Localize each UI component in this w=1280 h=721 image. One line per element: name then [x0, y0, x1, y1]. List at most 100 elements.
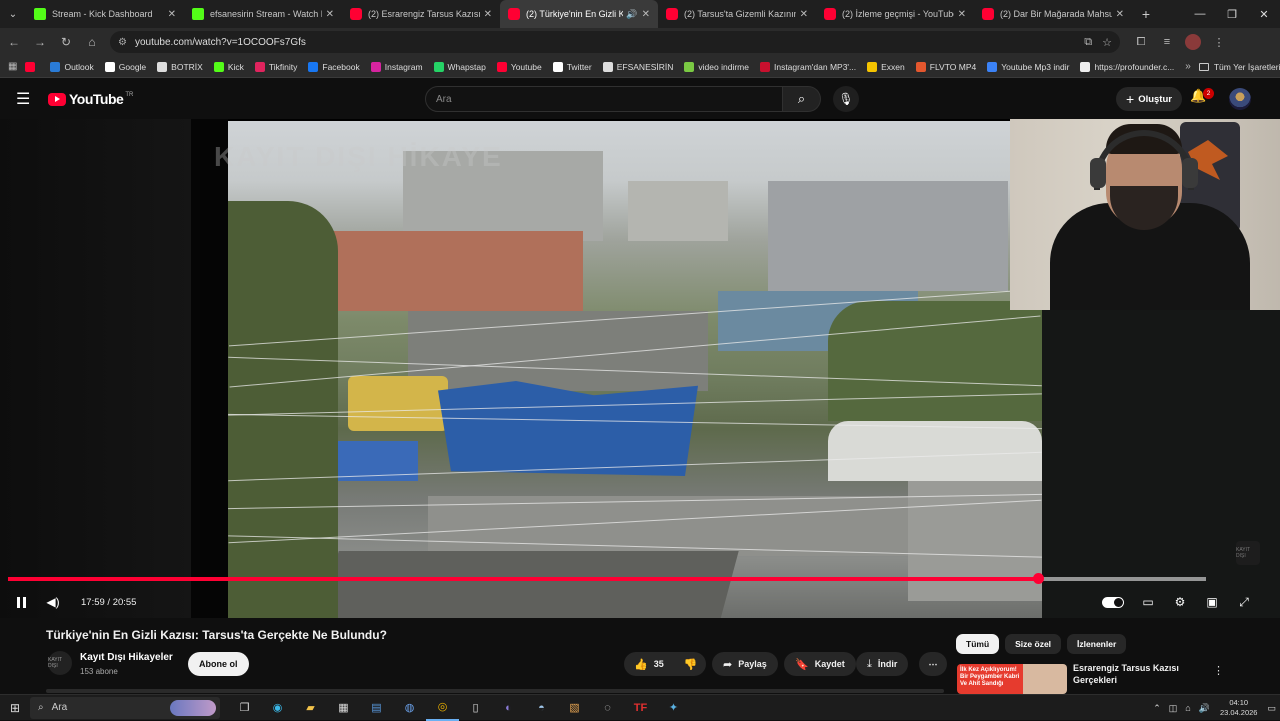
back-icon[interactable]: ←: [2, 30, 26, 54]
reload-icon[interactable]: ↻: [54, 30, 78, 54]
like-button[interactable]: 👍 35: [624, 652, 674, 676]
more-bookmarks-icon[interactable]: »: [1185, 61, 1191, 72]
more-actions-icon[interactable]: ⋯: [919, 652, 947, 676]
share-button[interactable]: ➦ Paylaş: [712, 652, 778, 676]
windows-start-icon[interactable]: ⊞: [0, 701, 30, 715]
bookmark-item[interactable]: Google: [104, 61, 146, 72]
task-view-icon[interactable]: ❐: [228, 695, 261, 721]
channel-name[interactable]: Kayıt Dışı Hikayeler: [80, 652, 173, 663]
system-clock[interactable]: 04:10 23.04.2026: [1220, 698, 1258, 718]
create-button[interactable]: + Oluştur: [1116, 87, 1182, 111]
microphone-icon[interactable]: 🎙: [833, 86, 859, 112]
browser-tab[interactable]: Stream - Kick Dashboard ✕: [26, 0, 184, 28]
steam-icon[interactable]: ◓: [525, 695, 558, 721]
network-app-icon[interactable]: ✦: [657, 695, 690, 721]
search-input[interactable]: Ara: [425, 86, 783, 112]
volume-tray-icon[interactable]: 🔊: [1199, 703, 1210, 714]
app-globe-icon[interactable]: ◍: [393, 695, 426, 721]
recommendation-thumbnail[interactable]: İlk Kez Açıklıyorum! Bir Peygamber Kabri…: [957, 664, 1067, 694]
app-window-icon[interactable]: ▤: [360, 695, 393, 721]
settings-gear-icon[interactable]: ⚙: [1164, 587, 1196, 617]
bookmark-item[interactable]: Exxen: [867, 61, 905, 72]
volume-icon[interactable]: ◀): [37, 587, 69, 617]
network-icon[interactable]: ⌂: [1185, 703, 1190, 713]
tab-close-icon[interactable]: ✕: [642, 9, 650, 20]
tab-close-icon[interactable]: ✕: [958, 9, 966, 20]
theater-mode-icon[interactable]: ▣: [1196, 587, 1228, 617]
bookmark-item[interactable]: FLVTO MP4: [915, 61, 976, 72]
edge-browser-icon[interactable]: ◉: [261, 695, 294, 721]
document-icon[interactable]: ▯: [459, 695, 492, 721]
browser-tab[interactable]: (2) Dar Bir Mağarada Mahsur K ✕: [974, 0, 1132, 28]
apps-grid-icon[interactable]: ▦: [8, 61, 17, 72]
browser-tab[interactable]: efsanesirin Stream - Watch Live ✕: [184, 0, 342, 28]
bookmark-item[interactable]: Twitter: [552, 61, 592, 72]
profile-avatar[interactable]: [1185, 34, 1201, 50]
chip-watched[interactable]: İzlenenler: [1067, 634, 1127, 654]
dislike-button[interactable]: 👎: [674, 652, 708, 676]
subscribe-button[interactable]: Abone ol: [188, 652, 249, 676]
tab-close-icon[interactable]: ✕: [168, 9, 176, 20]
calculator-icon[interactable]: ▦: [327, 695, 360, 721]
forward-icon[interactable]: →: [28, 30, 52, 54]
new-tab-button[interactable]: +: [1132, 6, 1160, 22]
tab-close-icon[interactable]: ✕: [800, 9, 808, 20]
bookmark-item[interactable]: Kick: [213, 61, 244, 72]
bookmark-item[interactable]: Instagram'dan MP3'...: [759, 61, 856, 72]
obs-icon[interactable]: ◐: [492, 695, 525, 721]
browser-tab[interactable]: (2) İzleme geçmişi - YouTube ✕: [816, 0, 974, 28]
horizontal-scrollbar[interactable]: [46, 689, 944, 693]
tab-close-icon[interactable]: ✕: [484, 9, 492, 20]
tray-chevron-icon[interactable]: ⌃: [1153, 703, 1161, 714]
chrome-icon[interactable]: ◎: [426, 695, 459, 721]
bookmark-item[interactable]: Facebook: [308, 61, 360, 72]
recommendation-menu-icon[interactable]: ⋮: [1213, 664, 1224, 677]
bookmark-item[interactable]: https://profounder.c...: [1080, 61, 1174, 72]
video-frame[interactable]: [228, 121, 1042, 618]
channel-avatar[interactable]: KAYIT DIŞI: [48, 651, 72, 675]
tab-close-icon[interactable]: ✕: [1116, 9, 1124, 20]
tab-close-icon[interactable]: ✕: [326, 9, 334, 20]
bookmark-item[interactable]: Instagram: [370, 61, 423, 72]
progress-bar[interactable]: [8, 573, 1206, 584]
search-icon[interactable]: ⌕: [783, 86, 821, 112]
account-avatar[interactable]: [1229, 88, 1251, 110]
home-icon[interactable]: ⌂: [80, 30, 104, 54]
bookmark-item[interactable]: Youtube: [496, 61, 542, 72]
channel-branding-icon[interactable]: KAYIT DIŞI: [1236, 541, 1260, 565]
file-explorer-icon[interactable]: ▰: [294, 695, 327, 721]
extensions-icon[interactable]: ⧠: [1128, 36, 1154, 49]
bookmark-item[interactable]: Tikfinity: [254, 61, 297, 72]
download-button[interactable]: ⤓ İndir: [856, 652, 909, 676]
media-control-icon[interactable]: ≡: [1154, 36, 1180, 48]
pause-icon[interactable]: [5, 587, 37, 617]
bookmark-item[interactable]: video indirme: [684, 61, 749, 72]
bookmark-item[interactable]: EFSANESİRİN: [602, 61, 673, 72]
browser-tab[interactable]: (2) Türkiye'nin En Gizli Kazı🔊 ✕: [500, 0, 658, 28]
site-info-icon[interactable]: ⚙: [118, 37, 127, 48]
minimize-icon[interactable]: —: [1184, 0, 1216, 28]
chat-app-icon[interactable]: ◌: [591, 695, 624, 721]
browser-tab[interactable]: (2) Tarsus'ta Gizemli Kazının Yap ✕: [658, 0, 816, 28]
video-player[interactable]: KAYIT DIŞI HİKAYE KAYIT DIŞI ◀) 17:59 / …: [0, 119, 1280, 618]
menu-icon[interactable]: ☰: [16, 89, 36, 109]
browser-menu-icon[interactable]: ⋮: [1206, 36, 1232, 49]
bookmark-item[interactable]: Whapstap: [433, 61, 486, 72]
browser-tab[interactable]: (2) Esrarengiz Tarsus Kazısı Ger ✕: [342, 0, 500, 28]
bookmark-star-icon[interactable]: ☆: [1102, 36, 1112, 49]
media-app-icon[interactable]: ▧: [558, 695, 591, 721]
bookmark-item[interactable]: Youtube Mp3 indir: [987, 61, 1069, 72]
recommendation-title[interactable]: Esrarengiz Tarsus Kazısı Gerçekleri: [1073, 662, 1203, 686]
chip-all[interactable]: Tümü: [956, 634, 1000, 654]
tray-app-icon[interactable]: ◫: [1169, 703, 1178, 714]
save-button[interactable]: 🔖 Kaydet: [784, 652, 856, 676]
tab-search-icon[interactable]: ⌄: [0, 0, 26, 28]
restore-icon[interactable]: ❐: [1216, 0, 1248, 28]
fullscreen-icon[interactable]: ⤢: [1228, 587, 1260, 617]
bookmark-item[interactable]: Outlook: [50, 61, 94, 72]
taskbar-search[interactable]: ⌕ Ara: [30, 696, 220, 719]
tab-audio-icon[interactable]: 🔊: [626, 9, 637, 20]
notification-center-icon[interactable]: ▭: [1267, 703, 1276, 714]
bookmark-item[interactable]: [25, 61, 39, 72]
all-bookmarks-folder[interactable]: Tüm Yer İşaretleri: [1198, 62, 1280, 72]
